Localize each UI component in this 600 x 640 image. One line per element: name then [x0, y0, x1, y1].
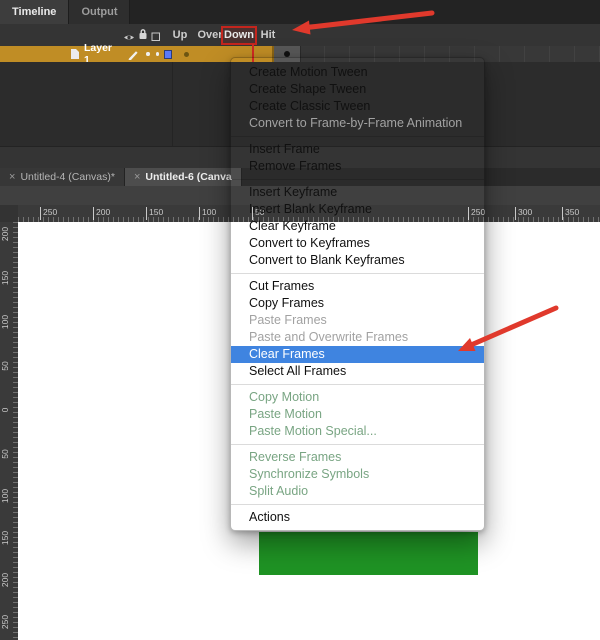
- menu-item-paste-and-overwrite-frames: Paste and Overwrite Frames: [231, 329, 484, 346]
- layer-lock-dot[interactable]: [156, 52, 159, 56]
- frame-label-hit[interactable]: Hit: [253, 28, 283, 42]
- stage-rectangle[interactable]: [259, 532, 478, 575]
- menu-separator: [231, 136, 484, 137]
- pencil-icon: [127, 48, 140, 60]
- menu-item-actions[interactable]: Actions: [231, 509, 484, 526]
- vruler-label: 100: [0, 310, 10, 334]
- menu-item-paste-frames: Paste Frames: [231, 312, 484, 329]
- menu-separator: [231, 179, 484, 180]
- doc-tab-untitled-4-canvas[interactable]: × Untitled-4 (Canvas)*: [0, 168, 125, 186]
- layer-page-icon: [70, 48, 80, 60]
- menu-separator: [231, 384, 484, 385]
- vruler-label: 150: [0, 266, 10, 290]
- menu-item-convert-to-keyframes[interactable]: Convert to Keyframes: [231, 235, 484, 252]
- vruler-label: 150: [0, 526, 10, 550]
- vruler-label: 100: [0, 484, 10, 508]
- menu-item-copy-motion: Copy Motion: [231, 389, 484, 406]
- vruler-label: 50: [0, 442, 10, 466]
- tab-timeline[interactable]: Timeline: [0, 0, 69, 24]
- timeline-tabbar: TimelineOutput: [0, 0, 600, 25]
- menu-separator: [231, 444, 484, 445]
- hruler-label: 250: [40, 207, 57, 220]
- doc-tab-label: Untitled-6 (Canva: [145, 171, 231, 183]
- close-tab-icon[interactable]: ×: [9, 171, 15, 183]
- vertical-ruler: 200 150 100 50 0 50 100 150 200 250: [0, 222, 18, 640]
- frame-label-down[interactable]: Down: [221, 26, 257, 45]
- ruler-corner: [0, 205, 18, 222]
- hruler-label: 350: [562, 207, 579, 220]
- vruler-label: 0: [0, 398, 10, 422]
- menu-item-split-audio: Split Audio: [231, 483, 484, 500]
- menu-separator: [231, 273, 484, 274]
- menu-item-insert-keyframe[interactable]: Insert Keyframe: [231, 184, 484, 201]
- menu-item-convert-to-blank-keyframes[interactable]: Convert to Blank Keyframes: [231, 252, 484, 269]
- context-menu: Create Motion TweenCreate Shape TweenCre…: [230, 57, 485, 531]
- menu-item-convert-to-frame-by-frame-animation: Convert to Frame-by-Frame Animation: [231, 115, 484, 132]
- menu-item-insert-blank-keyframe[interactable]: Insert Blank Keyframe: [231, 201, 484, 218]
- hruler-label: 300: [515, 207, 532, 220]
- menu-separator: [231, 504, 484, 505]
- menu-item-clear-frames[interactable]: Clear Frames: [231, 346, 484, 363]
- animate-workspace: TimelineOutput UpOverDownHit Layer 1: [0, 0, 600, 640]
- menu-item-create-shape-tween[interactable]: Create Shape Tween: [231, 81, 484, 98]
- vruler-label: 200: [0, 568, 10, 592]
- menu-item-create-classic-tween[interactable]: Create Classic Tween: [231, 98, 484, 115]
- layer-name-cell[interactable]: Layer 1: [0, 46, 172, 62]
- menu-item-select-all-frames[interactable]: Select All Frames: [231, 363, 484, 380]
- hruler-label: 100: [199, 207, 216, 220]
- menu-item-reverse-frames: Reverse Frames: [231, 449, 484, 466]
- vruler-label: 250: [0, 610, 10, 634]
- doc-tab-untitled-6-canva[interactable]: × Untitled-6 (Canva: [125, 168, 242, 186]
- keyframe-dot: [184, 52, 189, 57]
- menu-item-remove-frames[interactable]: Remove Frames: [231, 158, 484, 175]
- vruler-label: 50: [0, 354, 10, 378]
- menu-item-paste-motion: Paste Motion: [231, 406, 484, 423]
- doc-tab-label: Untitled-4 (Canvas)*: [20, 171, 115, 183]
- layer-visibility-dot[interactable]: [146, 52, 149, 56]
- menu-item-clear-keyframe[interactable]: Clear Keyframe: [231, 218, 484, 235]
- layer-outline-color-swatch[interactable]: [164, 50, 172, 59]
- menu-item-create-motion-tween[interactable]: Create Motion Tween: [231, 64, 484, 81]
- outline-square-icon[interactable]: [151, 29, 161, 47]
- menu-item-insert-frame[interactable]: Insert Frame: [231, 141, 484, 158]
- menu-item-copy-frames[interactable]: Copy Frames: [231, 295, 484, 312]
- menu-item-synchronize-symbols: Synchronize Symbols: [231, 466, 484, 483]
- menu-item-paste-motion-special: Paste Motion Special...: [231, 423, 484, 440]
- eye-icon[interactable]: [123, 29, 135, 47]
- tab-output[interactable]: Output: [69, 0, 130, 24]
- lock-icon[interactable]: [137, 27, 149, 45]
- vruler-label: 200: [0, 222, 10, 246]
- close-tab-icon[interactable]: ×: [134, 171, 140, 183]
- hruler-label: 150: [146, 207, 163, 220]
- timeline-divider: [172, 62, 173, 146]
- hruler-label: 200: [93, 207, 110, 220]
- frame-label-up[interactable]: Up: [167, 28, 193, 42]
- menu-item-cut-frames[interactable]: Cut Frames: [231, 278, 484, 295]
